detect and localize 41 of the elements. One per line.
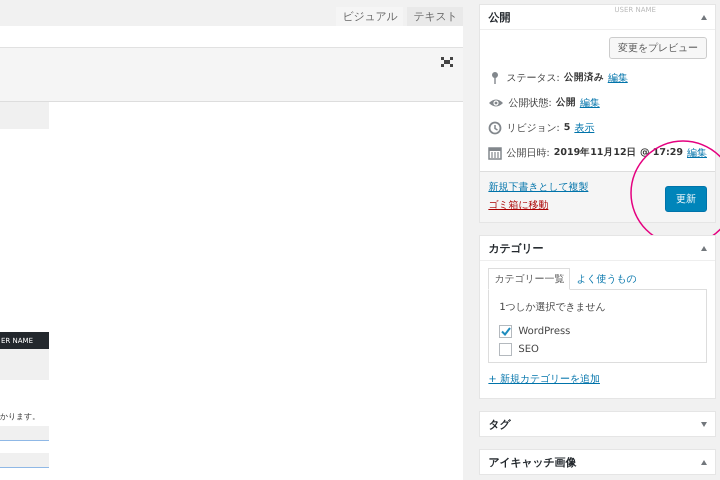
meta-label: ステータス:	[506, 72, 560, 84]
edit-link[interactable]: 表示	[574, 120, 594, 134]
meta-label: 公開状態:	[508, 96, 552, 110]
panel-title: 公開	[488, 10, 510, 24]
meta-value: 2019年11月12日 @ 17:29	[554, 146, 683, 159]
trash-link[interactable]: ゴミ箱に移動	[488, 198, 588, 212]
toggle-icon[interactable]	[701, 246, 707, 250]
toggle-icon[interactable]	[701, 14, 707, 20]
image-text: かります。	[0, 411, 41, 422]
duplicate-link[interactable]: 新規下書きとして複製	[488, 180, 588, 194]
preview-button[interactable]: 変更をプレビュー	[609, 37, 707, 59]
toggle-icon[interactable]	[701, 460, 707, 464]
meta-label: 公開日時:	[506, 146, 550, 160]
panel-title: タグ	[488, 416, 510, 432]
image-input-row	[0, 426, 49, 441]
category-label: WordPress	[518, 326, 570, 337]
add-category-link[interactable]: + 新規カテゴリーを追加	[488, 372, 707, 386]
image-input-row	[0, 453, 49, 468]
category-tab[interactable]: カテゴリー一覧	[488, 268, 570, 290]
clock-icon	[488, 120, 502, 134]
panel-title: アイキャッチ画像	[488, 454, 576, 470]
image-block	[0, 349, 49, 380]
calendar-icon	[488, 146, 502, 160]
meta-value: 公開済み	[564, 71, 604, 84]
checkbox[interactable]	[499, 325, 512, 338]
update-button[interactable]: 更新	[665, 186, 707, 212]
meta-label: リビジョン:	[506, 122, 560, 134]
fullscreen-icon[interactable]	[441, 57, 454, 68]
edit-link[interactable]: 編集	[687, 146, 707, 160]
category-note: 1つしか選択できません	[499, 301, 607, 314]
toggle-icon[interactable]	[701, 422, 707, 426]
editor-tab[interactable]: テキスト	[407, 7, 464, 26]
edit-link[interactable]: 編集	[608, 70, 628, 84]
edit-link[interactable]: 編集	[580, 96, 600, 110]
checkbox[interactable]	[499, 343, 512, 356]
category-tab[interactable]: よく使うもの	[570, 268, 642, 290]
editor-tab[interactable]: ビジュアル	[336, 7, 404, 26]
panel-title: カテゴリー	[488, 240, 544, 256]
category-label: SEO	[518, 344, 539, 355]
meta-value: 5	[564, 122, 570, 133]
meta-value: 公開	[556, 96, 576, 109]
